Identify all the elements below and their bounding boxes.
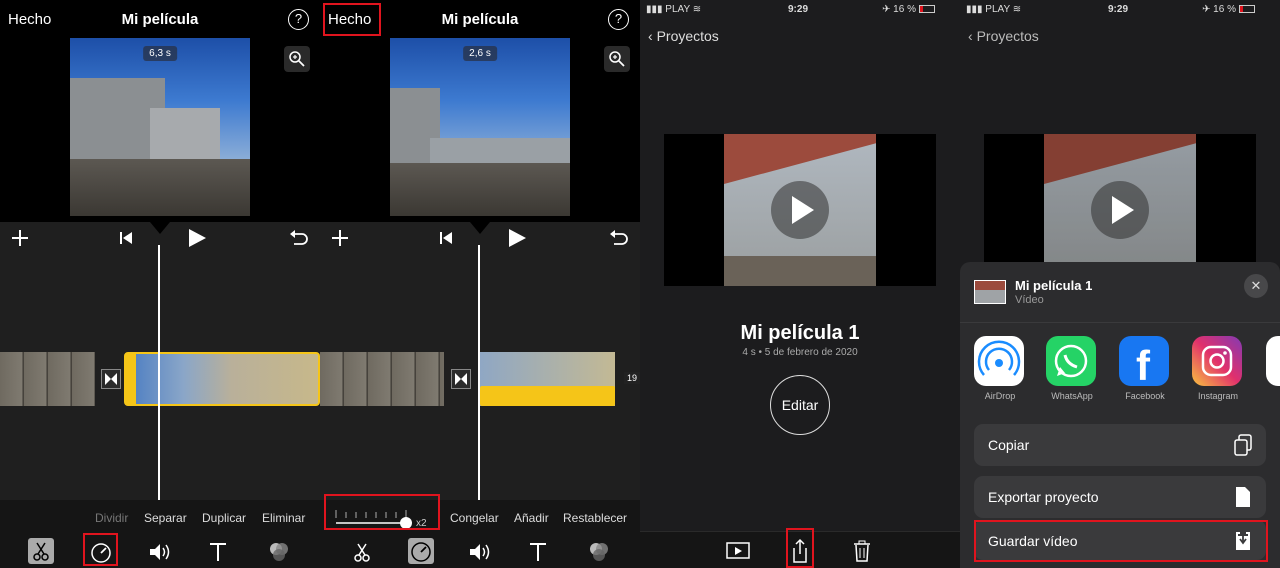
trash-icon[interactable] (852, 539, 872, 563)
title-text-icon[interactable] (527, 541, 549, 563)
volume-icon[interactable] (468, 541, 492, 563)
editor-panel-1: Hecho Mi película ? 6,3 s Dividir Separa… (0, 0, 320, 568)
highlight-speed-slider (324, 494, 440, 530)
app-label: WhatsApp (1051, 391, 1093, 401)
video-preview: 2,6 s (390, 38, 570, 216)
share-app-whatsapp[interactable]: WhatsApp (1046, 336, 1098, 401)
export-project-action[interactable]: Exportar proyecto (974, 476, 1266, 518)
title-text-icon[interactable] (207, 541, 229, 563)
copy-label: Copiar (988, 437, 1030, 453)
play-icon (1091, 181, 1149, 239)
clock: 9:29 (788, 4, 809, 15)
export-project-label: Exportar proyecto (988, 489, 1099, 505)
selected-clip[interactable] (124, 352, 320, 406)
scissors-icon[interactable] (28, 538, 54, 564)
freeze-tool[interactable]: Congelar (450, 511, 499, 525)
project-meta: 4 s • 5 de febrero de 2020 (742, 347, 858, 358)
volume-icon[interactable] (148, 541, 172, 563)
battery-indicator: ✈ 16 % (882, 4, 935, 15)
copy-icon (1234, 434, 1252, 456)
project-video-preview[interactable] (664, 134, 936, 286)
clip-duration-badge: 6,3 s (143, 46, 177, 61)
help-icon[interactable]: ? (288, 9, 309, 30)
zoom-icon[interactable] (604, 46, 630, 72)
share-panel: ▮▮▮ PLAY ≋ 9:29 ✈ 16 % ‹ Proyectos Mi pe… (960, 0, 1280, 568)
carrier-label: ▮▮▮ PLAY ≋ (646, 4, 702, 15)
playhead[interactable] (478, 245, 480, 500)
edit-button[interactable]: Editar (770, 375, 830, 435)
reset-tool[interactable]: Restablecer (563, 511, 627, 525)
split-tool[interactable]: Dividir (95, 511, 128, 525)
share-app-more[interactable] (1266, 336, 1280, 386)
transition-icon[interactable] (101, 369, 121, 389)
movie-title: Mi película (121, 11, 199, 28)
project-title: Mi película 1 (740, 322, 860, 344)
close-icon[interactable]: ✕ (1244, 274, 1268, 298)
back-button[interactable]: ‹ Proyectos (968, 28, 1039, 44)
carrier-label: ▮▮▮ PLAY ≋ (966, 4, 1022, 15)
play-icon[interactable] (506, 227, 528, 249)
share-sheet: Mi película 1 Vídeo ✕ AirDrop WhatsApp f… (960, 262, 1280, 568)
playhead[interactable] (158, 245, 160, 500)
app-label: AirDrop (984, 391, 1016, 401)
skip-back-icon[interactable] (438, 230, 454, 246)
speed-icon[interactable] (408, 538, 434, 564)
play-icon[interactable] (770, 180, 830, 240)
clip-duration-badge: 2,6 s (463, 46, 497, 61)
clip-count: 19 (624, 372, 640, 384)
edit-toolbar: Dividir Separar Duplicar Eliminar (0, 500, 320, 568)
duplicate-tool[interactable]: Duplicar (202, 511, 246, 525)
clip-thumbnail-strip[interactable] (0, 352, 95, 406)
share-app-facebook[interactable]: f Facebook (1119, 336, 1171, 401)
movie-title: Mi película (441, 11, 519, 28)
video-preview: 6,3 s (70, 38, 250, 216)
battery-indicator: ✈ 16 % (1202, 4, 1255, 15)
svg-text:f: f (1136, 342, 1151, 386)
project-video-preview (984, 134, 1256, 274)
add-icon[interactable] (330, 228, 350, 248)
clock: 9:29 (1108, 4, 1129, 15)
play-movie-icon[interactable] (726, 541, 750, 561)
share-item-title: Mi película 1 (1015, 278, 1093, 293)
transition-icon[interactable] (451, 369, 471, 389)
share-app-instagram[interactable]: Instagram (1192, 336, 1244, 401)
instagram-icon (1192, 336, 1242, 386)
zoom-icon[interactable] (284, 46, 310, 72)
editor-panel-2: Hecho Mi película ? 2,6 s 19 x2 Congelar… (320, 0, 640, 568)
share-item-thumbnail (974, 280, 1006, 304)
highlight-speed (83, 533, 118, 566)
copy-action[interactable]: Copiar (974, 424, 1266, 466)
back-button[interactable]: ‹ Proyectos (648, 28, 719, 44)
project-panel: ▮▮▮ PLAY ≋ 9:29 ✈ 16 % ‹ Proyectos Mi pe… (640, 0, 960, 568)
delete-tool[interactable]: Eliminar (262, 511, 305, 525)
document-icon (1236, 487, 1250, 507)
scissors-icon[interactable] (350, 540, 374, 564)
add-icon[interactable] (10, 228, 30, 248)
highlight-share (786, 528, 814, 568)
edit-toolbar: x2 Congelar Añadir Restablecer (320, 494, 640, 568)
skip-back-icon[interactable] (118, 230, 134, 246)
share-item-subtitle: Vídeo (1015, 294, 1044, 306)
app-label: Instagram (1197, 391, 1239, 401)
undo-icon[interactable] (608, 228, 628, 248)
share-app-airdrop[interactable]: AirDrop (974, 336, 1026, 401)
play-icon[interactable] (186, 227, 208, 249)
help-icon[interactable]: ? (608, 9, 629, 30)
filters-icon[interactable] (587, 540, 611, 564)
project-toolbar (640, 528, 960, 568)
whatsapp-icon (1046, 336, 1096, 386)
selected-clip[interactable] (480, 352, 615, 406)
clip-thumbnail-strip[interactable] (320, 352, 444, 406)
detach-tool[interactable]: Separar (144, 511, 187, 525)
filters-icon[interactable] (267, 540, 291, 564)
undo-icon[interactable] (288, 228, 308, 248)
add-tool[interactable]: Añadir (514, 511, 549, 525)
highlight-save-video (974, 520, 1268, 562)
app-label: Facebook (1125, 391, 1165, 401)
airdrop-icon (974, 336, 1024, 386)
facebook-icon: f (1119, 336, 1169, 389)
